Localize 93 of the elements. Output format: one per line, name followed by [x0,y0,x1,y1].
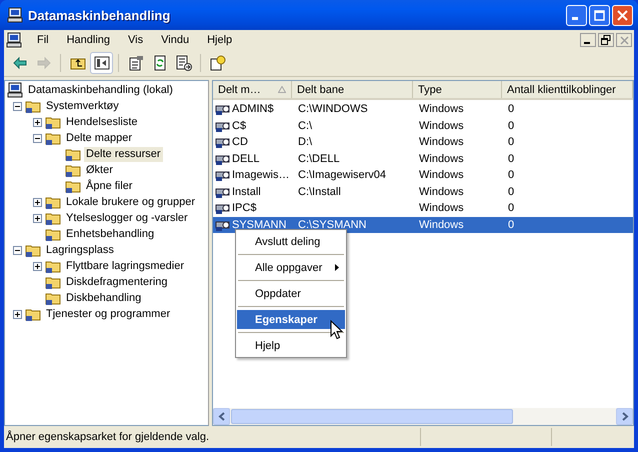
table-cell[interactable]: C$ [213,118,292,134]
tree-item[interactable]: Diskdefragmentering [64,274,170,290]
table-cell-text: 0 [507,118,516,134]
export-icon [176,55,192,71]
tree-item[interactable]: Systemverktøy [44,98,121,114]
tree-item[interactable]: Flyttbare lagringsmedier [64,258,186,274]
table-cell-text: C:\Install [297,184,342,200]
table-cell-text: Windows [418,152,465,167]
tree-item[interactable]: Datamaskinbehandling (lokal) [26,82,175,98]
table-cell-text: C:\Imagewiserv04 [297,168,388,184]
expand-icon[interactable] [33,214,42,222]
menu-item[interactable]: Vis [119,34,152,46]
tree-item[interactable]: Lagringsplass [44,242,116,258]
table-cell-text: Windows [418,102,465,118]
table-cell[interactable]: ADMIN$ [213,101,292,118]
table-cell-text: 0 [507,168,516,184]
menu-item[interactable]: Vindu [152,34,198,46]
refresh-icon [152,55,168,71]
tree-item[interactable]: Lokale brukere og grupper [64,194,198,210]
submenu-arrow-icon [335,264,339,271]
table-cell: 0 [502,216,633,233]
column-header[interactable]: Antall klienttilkoblinger [502,81,633,98]
help-icon [210,55,226,71]
restore-icon [601,35,611,45]
menu-item[interactable]: Alle oppgaver [237,258,345,277]
expand-icon[interactable] [13,310,22,318]
table-cell[interactable]: Imagewis… [213,167,292,184]
table-cell-text: 0 [507,102,516,118]
minimize-icon [572,17,578,20]
computer-icon[interactable] [6,32,22,48]
tree-button[interactable] [90,52,113,74]
menu-item[interactable]: Avslutt deling [237,232,345,251]
tree-item[interactable]: Enhetsbehandling [64,226,156,242]
expand-icon[interactable] [33,118,42,126]
cursor-icon [330,320,343,340]
table-cell[interactable]: Install [213,184,292,200]
menu-item[interactable]: Hjelp [237,336,345,355]
table-cell-text: 0 [507,152,516,167]
table-cell-text: 0 [507,201,516,216]
table-cell[interactable]: CD [213,134,292,150]
menu-item[interactable]: Handling [58,34,120,46]
window-title: Datamaskinbehandling [28,8,172,22]
column-header[interactable]: Delt m… [213,81,292,98]
table-cell: Windows [413,216,502,233]
menu-item[interactable]: Oppdater [237,284,345,303]
restore-button[interactable] [598,33,614,47]
close-icon [620,36,628,44]
table-cell-text: Windows [418,184,465,200]
minimize-button[interactable] [580,33,596,47]
expand-icon[interactable] [33,262,42,270]
status-text: Åpner egenskapsarket for gjeldende valg. [5,431,210,443]
horizontal-scrollbar[interactable] [213,408,633,425]
collapse-icon[interactable] [33,134,42,142]
table-cell-text: C:\DELL [297,152,341,167]
collapse-icon[interactable] [13,102,22,110]
close-icon [617,10,628,20]
menu-item[interactable]: Egenskaper [237,310,345,329]
table-cell-text: C:\ [297,118,314,134]
panel-icon [94,55,110,71]
document-icon [128,55,144,71]
forward-arrow-icon [36,55,52,71]
table-cell-text: 0 [507,135,516,150]
table-cell[interactable]: IPC$ [213,200,292,216]
computer-icon [7,7,23,23]
menu-item[interactable]: Fil [28,34,58,46]
tree-item[interactable]: Delte mapper [64,130,134,146]
back-arrow-icon [12,55,28,71]
table-cell-text: Windows [418,135,465,150]
column-header[interactable]: Type [413,81,502,98]
tree-item[interactable]: Økter [84,162,115,178]
scroll-right-button[interactable] [616,408,633,425]
maximize-button[interactable] [589,4,610,26]
scroll-left-button[interactable] [213,408,230,425]
table-cell-text: Windows [418,201,465,216]
tree-item[interactable]: Hendelsesliste [64,114,140,130]
tree-item[interactable]: Delte ressurser [84,146,163,162]
table-cell-text: 0 [507,184,516,200]
tree-item[interactable]: Tjenester og programmer [44,306,172,322]
table-cell[interactable]: DELL [213,150,292,167]
maximize-icon [594,10,605,20]
column-header[interactable]: Delt bane [292,81,413,98]
computer-icon [7,82,23,98]
tree-item[interactable]: Diskbehandling [64,290,144,306]
menu-item[interactable]: Hjelp [198,34,242,46]
scrollbar-thumb[interactable] [231,409,513,424]
table-cell-text: C:\WINDOWS [297,102,369,118]
expand-icon[interactable] [33,198,42,206]
tree-item[interactable]: Åpne filer [84,178,134,194]
collapse-icon[interactable] [13,246,22,254]
table-cell-text: D:\ [297,135,314,150]
table-cell-text: Windows [418,118,465,134]
table-cell-text: Windows [418,168,465,184]
tree-item[interactable]: Ytelseslogger og -varsler [64,210,190,226]
